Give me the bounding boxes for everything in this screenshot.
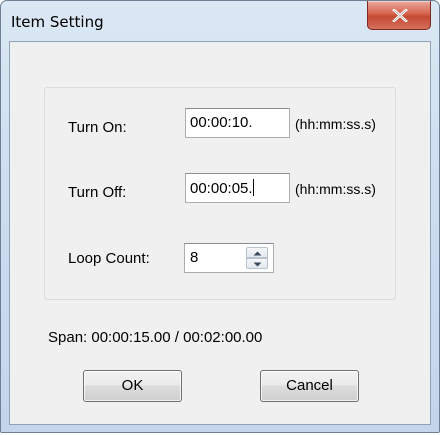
ok-button[interactable]: OK: [83, 370, 182, 402]
spinner-buttons: [246, 247, 268, 269]
loop-count-label: Loop Count:: [68, 250, 150, 267]
dialog-body: Turn On: 00:00:10. (hh:mm:ss.s) Turn Off…: [9, 41, 431, 425]
text-cursor: [252, 179, 254, 196]
title-bar[interactable]: Item Setting: [1, 1, 439, 41]
turn-on-format-hint: (hh:mm:ss.s): [295, 116, 376, 132]
loop-count-value: 8: [190, 249, 199, 266]
turn-off-label: Turn Off:: [68, 184, 127, 201]
cancel-button[interactable]: Cancel: [260, 370, 359, 402]
item-setting-dialog: Item Setting Turn On: 00:00:10. (hh:mm:s…: [0, 0, 440, 433]
close-button[interactable]: [367, 1, 431, 30]
spin-down-button[interactable]: [246, 258, 268, 269]
loop-count-spinner[interactable]: 8: [184, 243, 274, 273]
turn-on-field[interactable]: 00:00:10.: [185, 108, 290, 138]
spin-up-button[interactable]: [246, 247, 268, 258]
arrow-up-icon: [253, 251, 262, 256]
span-summary: Span: 00:00:15.00 / 00:02:00.00: [48, 329, 263, 346]
close-icon: [392, 9, 408, 22]
turn-off-value: 00:00:05.: [190, 180, 253, 197]
turn-off-field[interactable]: 00:00:05.: [185, 173, 290, 203]
turn-off-format-hint: (hh:mm:ss.s): [295, 181, 376, 197]
window-title: Item Setting: [11, 13, 104, 31]
turn-on-value: 00:00:10.: [190, 114, 253, 131]
arrow-down-icon: [253, 262, 262, 267]
turn-on-label: Turn On:: [68, 119, 127, 136]
